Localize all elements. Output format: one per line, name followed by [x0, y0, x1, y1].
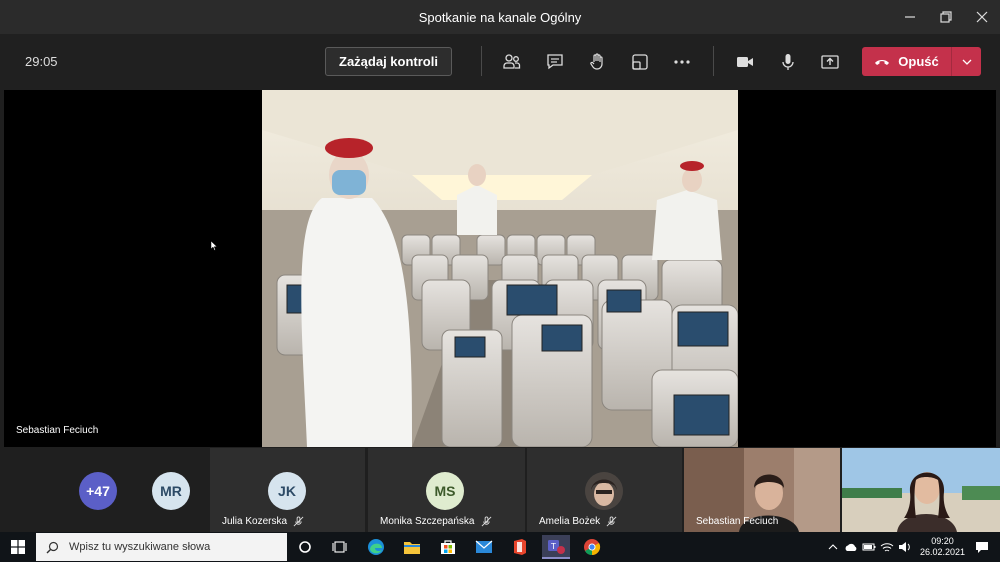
mic-off-icon: [293, 516, 304, 527]
participant-tile[interactable]: MS Monika Szczepańska: [368, 448, 525, 532]
overflow-participants-badge[interactable]: +47: [79, 472, 117, 510]
close-icon[interactable]: [964, 0, 1000, 34]
hang-up-icon: [875, 59, 890, 65]
wifi-icon[interactable]: [879, 539, 895, 555]
shared-screen-photo: [262, 90, 738, 447]
main-stage: Sebastian Feciuch: [4, 90, 996, 447]
chrome-icon[interactable]: [578, 535, 606, 559]
participant-name: Sebastian Feciuch: [696, 516, 778, 527]
windows-start-icon[interactable]: [0, 532, 36, 562]
battery-icon[interactable]: [861, 539, 877, 555]
participant-tile[interactable]: JK Julia Kozerska: [210, 448, 365, 532]
participants-icon[interactable]: [498, 48, 526, 76]
participant-name-text: Sebastian Feciuch: [696, 516, 779, 527]
clock-time: 09:20: [931, 536, 954, 546]
participant-name-text: Monika Szczepańska: [380, 516, 475, 527]
raise-hand-icon[interactable]: [584, 48, 612, 76]
leave-main[interactable]: Opuść: [862, 47, 952, 76]
windows-taskbar: Wpisz tu wyszukiwane słowa T 09:20 26.02…: [0, 532, 1000, 562]
minimize-icon[interactable]: [892, 0, 928, 34]
toolbar-divider: [481, 46, 482, 76]
mail-icon[interactable]: [470, 535, 498, 559]
leave-options-dropdown[interactable]: [952, 47, 981, 76]
breakout-rooms-icon[interactable]: [626, 48, 654, 76]
participant-video-tile[interactable]: [842, 448, 1000, 532]
mouse-cursor-icon: [210, 238, 218, 256]
request-control-button[interactable]: Zażądaj kontroli: [325, 47, 452, 76]
file-explorer-icon[interactable]: [398, 535, 426, 559]
participant-video-tile[interactable]: Sebastian Feciuch: [684, 448, 840, 532]
participant-name: Monika Szczepańska: [380, 516, 492, 527]
chat-icon[interactable]: [541, 48, 569, 76]
edge-icon[interactable]: [362, 535, 390, 559]
teams-meeting-window: Spotkanie na kanale Ogólny 29:05 Zażądaj…: [0, 0, 1000, 562]
taskbar-clock[interactable]: 09:20 26.02.2021: [920, 536, 965, 558]
notifications-icon[interactable]: [974, 539, 990, 555]
chevron-up-icon[interactable]: [825, 539, 841, 555]
onedrive-icon[interactable]: [843, 539, 859, 555]
meeting-toolbar: 29:05 Zażądaj kontroli Opuść: [0, 34, 1000, 90]
leave-label: Opuść: [898, 54, 939, 69]
teams-icon[interactable]: T: [542, 535, 570, 559]
presenter-name-label: Sebastian Feciuch: [16, 425, 99, 436]
participant-name: Julia Kozerska: [222, 516, 304, 527]
more-icon[interactable]: [668, 48, 696, 76]
airplane-cabin-photo: [262, 90, 738, 447]
cortana-icon[interactable]: [291, 535, 319, 559]
toolbar-divider: [713, 46, 714, 76]
window-controls: [892, 0, 1000, 34]
participant-name: Amelia Bożek: [539, 516, 617, 527]
avatar: MR: [152, 472, 190, 510]
participant-video: [842, 448, 1000, 532]
chevron-down-icon: [962, 59, 971, 65]
window-title: Spotkanie na kanale Ogólny: [418, 9, 582, 25]
participant-name-text: Julia Kozerska: [222, 516, 288, 527]
svg-text:T: T: [550, 542, 556, 551]
meeting-timer: 29:05: [25, 54, 58, 69]
mic-off-icon: [481, 516, 491, 527]
title-bar: Spotkanie na kanale Ogólny: [0, 0, 1000, 34]
participant-name-text: Amelia Bożek: [539, 516, 601, 527]
volume-icon[interactable]: [897, 539, 913, 555]
avatar: MS: [426, 472, 464, 510]
search-icon: [46, 541, 59, 553]
clock-date: 26.02.2021: [919, 547, 965, 557]
leave-button[interactable]: Opuść: [862, 47, 981, 76]
participant-tile[interactable]: Amelia Bożek: [527, 448, 682, 532]
taskbar-search-box[interactable]: Wpisz tu wyszukiwane słowa: [36, 533, 287, 561]
camera-icon[interactable]: [731, 48, 759, 76]
store-icon[interactable]: [434, 535, 462, 559]
profile-photo-avatar: [585, 472, 623, 510]
avatar: JK: [268, 472, 306, 510]
restore-icon[interactable]: [928, 0, 964, 34]
participant-strip: +47 MR JK Julia Kozerska MS Monika Szcze…: [0, 448, 1000, 532]
search-placeholder: Wpisz tu wyszukiwane słowa: [69, 541, 211, 553]
system-tray: 09:20 26.02.2021: [824, 532, 1000, 562]
task-view-icon[interactable]: [326, 535, 354, 559]
share-screen-icon[interactable]: [816, 48, 844, 76]
office-icon[interactable]: [506, 535, 534, 559]
mic-off-icon: [606, 516, 617, 527]
microphone-icon[interactable]: [774, 48, 802, 76]
